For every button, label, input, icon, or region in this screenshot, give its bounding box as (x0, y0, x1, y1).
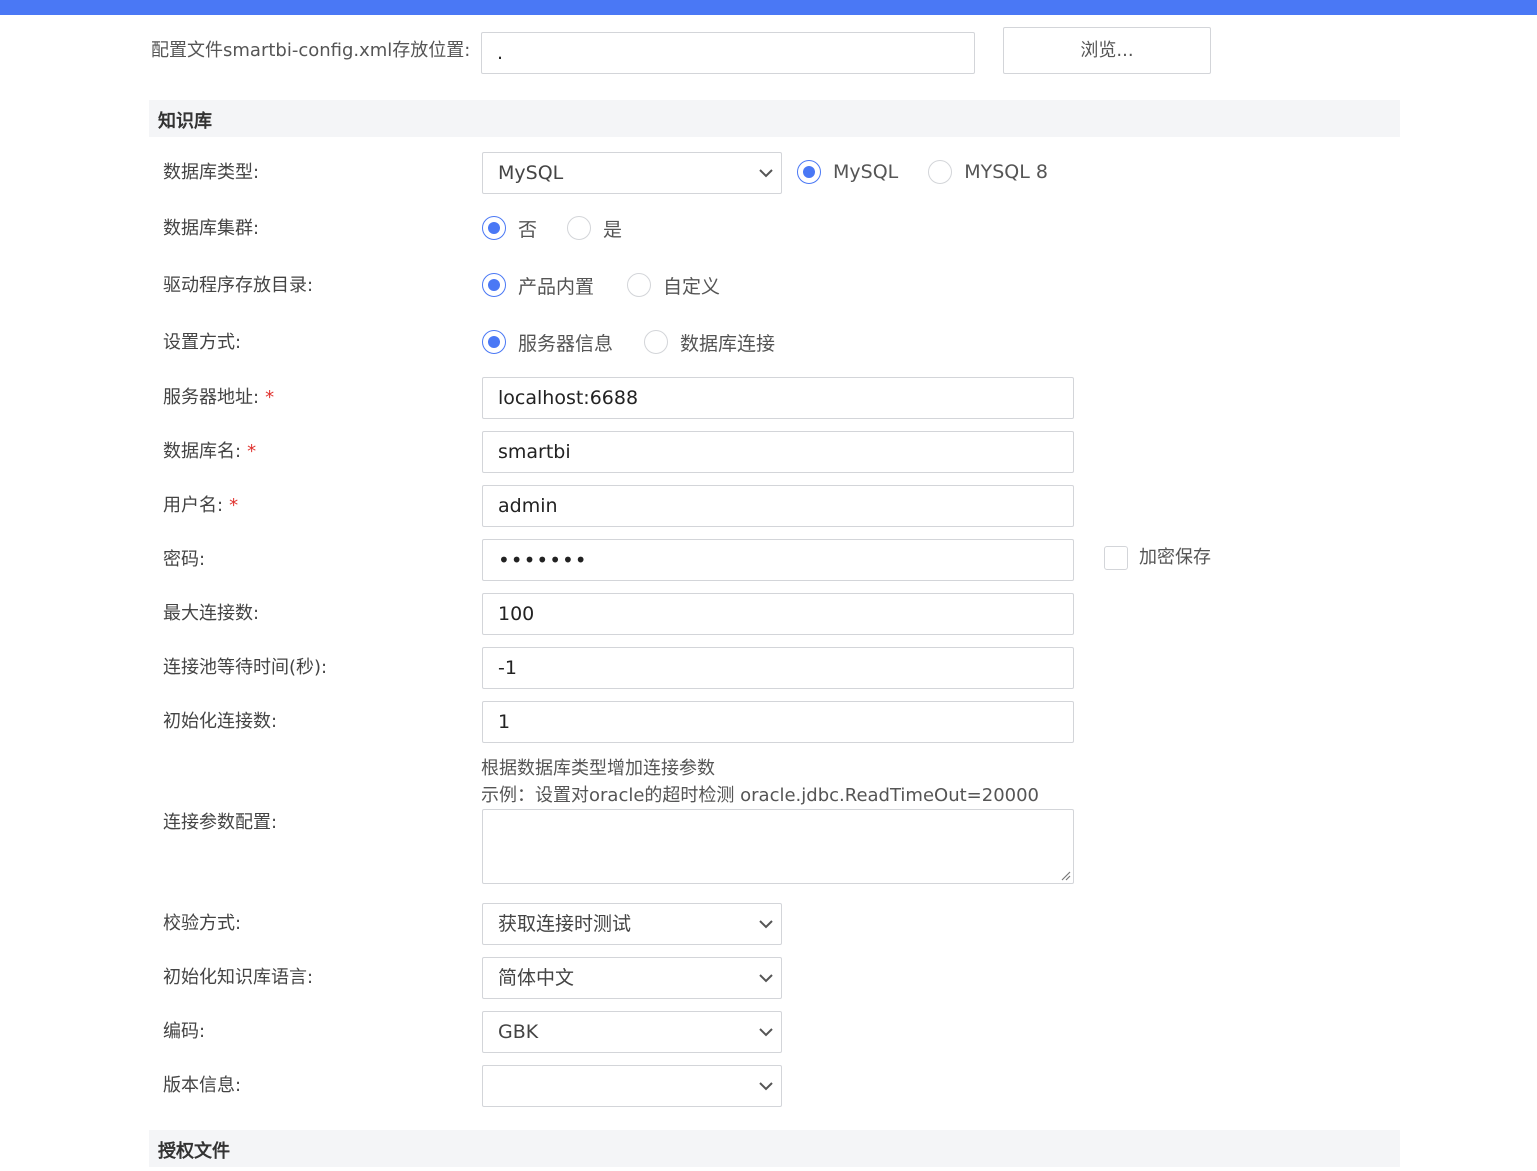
db-type-radio-group: MySQL MYSQL 8 (797, 158, 1081, 186)
kb-language-value: 简体中文 (498, 967, 575, 989)
radio-option-server-info[interactable]: 服务器信息 (482, 329, 613, 356)
encrypt-save-label: 加密保存 (1139, 547, 1211, 568)
required-mark: * (265, 387, 275, 408)
server-address-input[interactable]: localhost:6688 (482, 377, 1074, 419)
max-connections-input[interactable]: 100 (482, 593, 1074, 635)
radio-button[interactable] (482, 330, 506, 354)
label-text: 数据库名: (163, 441, 242, 462)
validation-label: 校验方式: (163, 913, 242, 934)
resize-handle-icon[interactable] (1059, 869, 1071, 881)
radio-option-no[interactable]: 否 (482, 215, 537, 242)
radio-label: 服务器信息 (518, 332, 614, 355)
radio-label: MySQL (833, 161, 899, 183)
radio-label: 数据库连接 (680, 332, 776, 355)
db-name-label: 数据库名: * (163, 441, 256, 463)
section-header-knowledge-base: 知识库 (149, 100, 1400, 137)
username-input[interactable]: admin (482, 485, 1074, 527)
top-accent-bar (0, 0, 1537, 15)
radio-button[interactable] (627, 273, 652, 297)
radio-button[interactable] (482, 216, 506, 240)
chevron-down-icon (759, 974, 773, 983)
setup-mode-radio-group: 服务器信息 数据库连接 (482, 328, 808, 356)
radio-label: 自定义 (663, 275, 721, 298)
validation-value: 获取连接时测试 (498, 913, 632, 935)
db-name-input[interactable]: smartbi (482, 431, 1074, 473)
encoding-value: GBK (498, 1021, 539, 1043)
conn-params-hint-1: 根据数据库类型增加连接参数 (481, 758, 715, 779)
radio-option-mysql[interactable]: MySQL (797, 160, 898, 184)
db-cluster-label: 数据库集群: (163, 218, 260, 239)
conn-params-hint-2: 示例：设置对oracle的超时检测 oracle.jdbc.ReadTimeOu… (481, 785, 1039, 806)
radio-button[interactable] (482, 273, 506, 297)
max-connections-label: 最大连接数: (163, 603, 260, 624)
radio-button[interactable] (797, 160, 821, 184)
chevron-down-icon (759, 1028, 773, 1037)
driver-dir-radio-group: 产品内置 自定义 (482, 271, 753, 299)
label-text: 用户名: (163, 495, 224, 516)
radio-option-yes[interactable]: 是 (567, 215, 622, 242)
radio-option-custom[interactable]: 自定义 (627, 272, 720, 299)
radio-label: 产品内置 (518, 275, 595, 298)
driver-dir-label: 驱动程序存放目录: (163, 275, 314, 296)
chevron-down-icon (759, 1082, 773, 1091)
radio-label: MYSQL 8 (964, 161, 1048, 183)
pool-wait-input[interactable]: -1 (482, 647, 1074, 689)
chevron-down-icon (759, 169, 773, 178)
init-connections-label: 初始化连接数: (163, 711, 278, 732)
radio-option-mysql8[interactable]: MYSQL 8 (928, 160, 1048, 184)
section-title: 知识库 (158, 111, 212, 132)
server-address-label: 服务器地址: * (163, 387, 274, 409)
password-label: 密码: (163, 549, 206, 570)
section-title: 授权文件 (158, 1141, 230, 1162)
radio-label: 是 (603, 218, 623, 241)
db-type-value: MySQL (498, 162, 564, 184)
validation-select[interactable]: 获取连接时测试 (482, 903, 782, 945)
setup-mode-label: 设置方式: (163, 332, 242, 353)
encrypt-save-checkbox[interactable] (1104, 546, 1128, 570)
init-connections-input[interactable]: 1 (482, 701, 1074, 743)
encoding-select[interactable]: GBK (482, 1011, 782, 1053)
conn-params-label: 连接参数配置: (163, 812, 278, 833)
version-label: 版本信息: (163, 1075, 242, 1096)
radio-button[interactable] (567, 216, 592, 240)
required-mark: * (247, 441, 257, 462)
radio-option-builtin[interactable]: 产品内置 (482, 272, 594, 299)
label-text: 服务器地址: (163, 387, 260, 408)
db-type-select[interactable]: MySQL (482, 152, 782, 194)
required-mark: * (229, 495, 239, 516)
username-label: 用户名: * (163, 495, 238, 517)
radio-label: 否 (518, 218, 538, 241)
chevron-down-icon (759, 920, 773, 929)
config-path-label: 配置文件smartbi-config.xml存放位置: (151, 40, 471, 61)
encoding-label: 编码: (163, 1021, 206, 1042)
kb-language-select[interactable]: 简体中文 (482, 957, 782, 999)
conn-params-textarea[interactable] (482, 809, 1074, 884)
pool-wait-label: 连接池等待时间(秒): (163, 657, 328, 678)
radio-option-db-connection[interactable]: 数据库连接 (644, 329, 775, 356)
kb-language-label: 初始化知识库语言: (163, 967, 314, 988)
db-cluster-radio-group: 否 是 (482, 214, 655, 242)
db-type-label: 数据库类型: (163, 162, 260, 183)
config-path-input[interactable]: . (481, 32, 975, 74)
browse-button[interactable]: 浏览... (1003, 27, 1211, 74)
version-select[interactable] (482, 1065, 782, 1107)
section-header-license-file: 授权文件 (149, 1130, 1400, 1167)
radio-button[interactable] (644, 330, 669, 354)
radio-button[interactable] (928, 160, 953, 184)
password-input[interactable]: ••••••• (482, 539, 1074, 581)
